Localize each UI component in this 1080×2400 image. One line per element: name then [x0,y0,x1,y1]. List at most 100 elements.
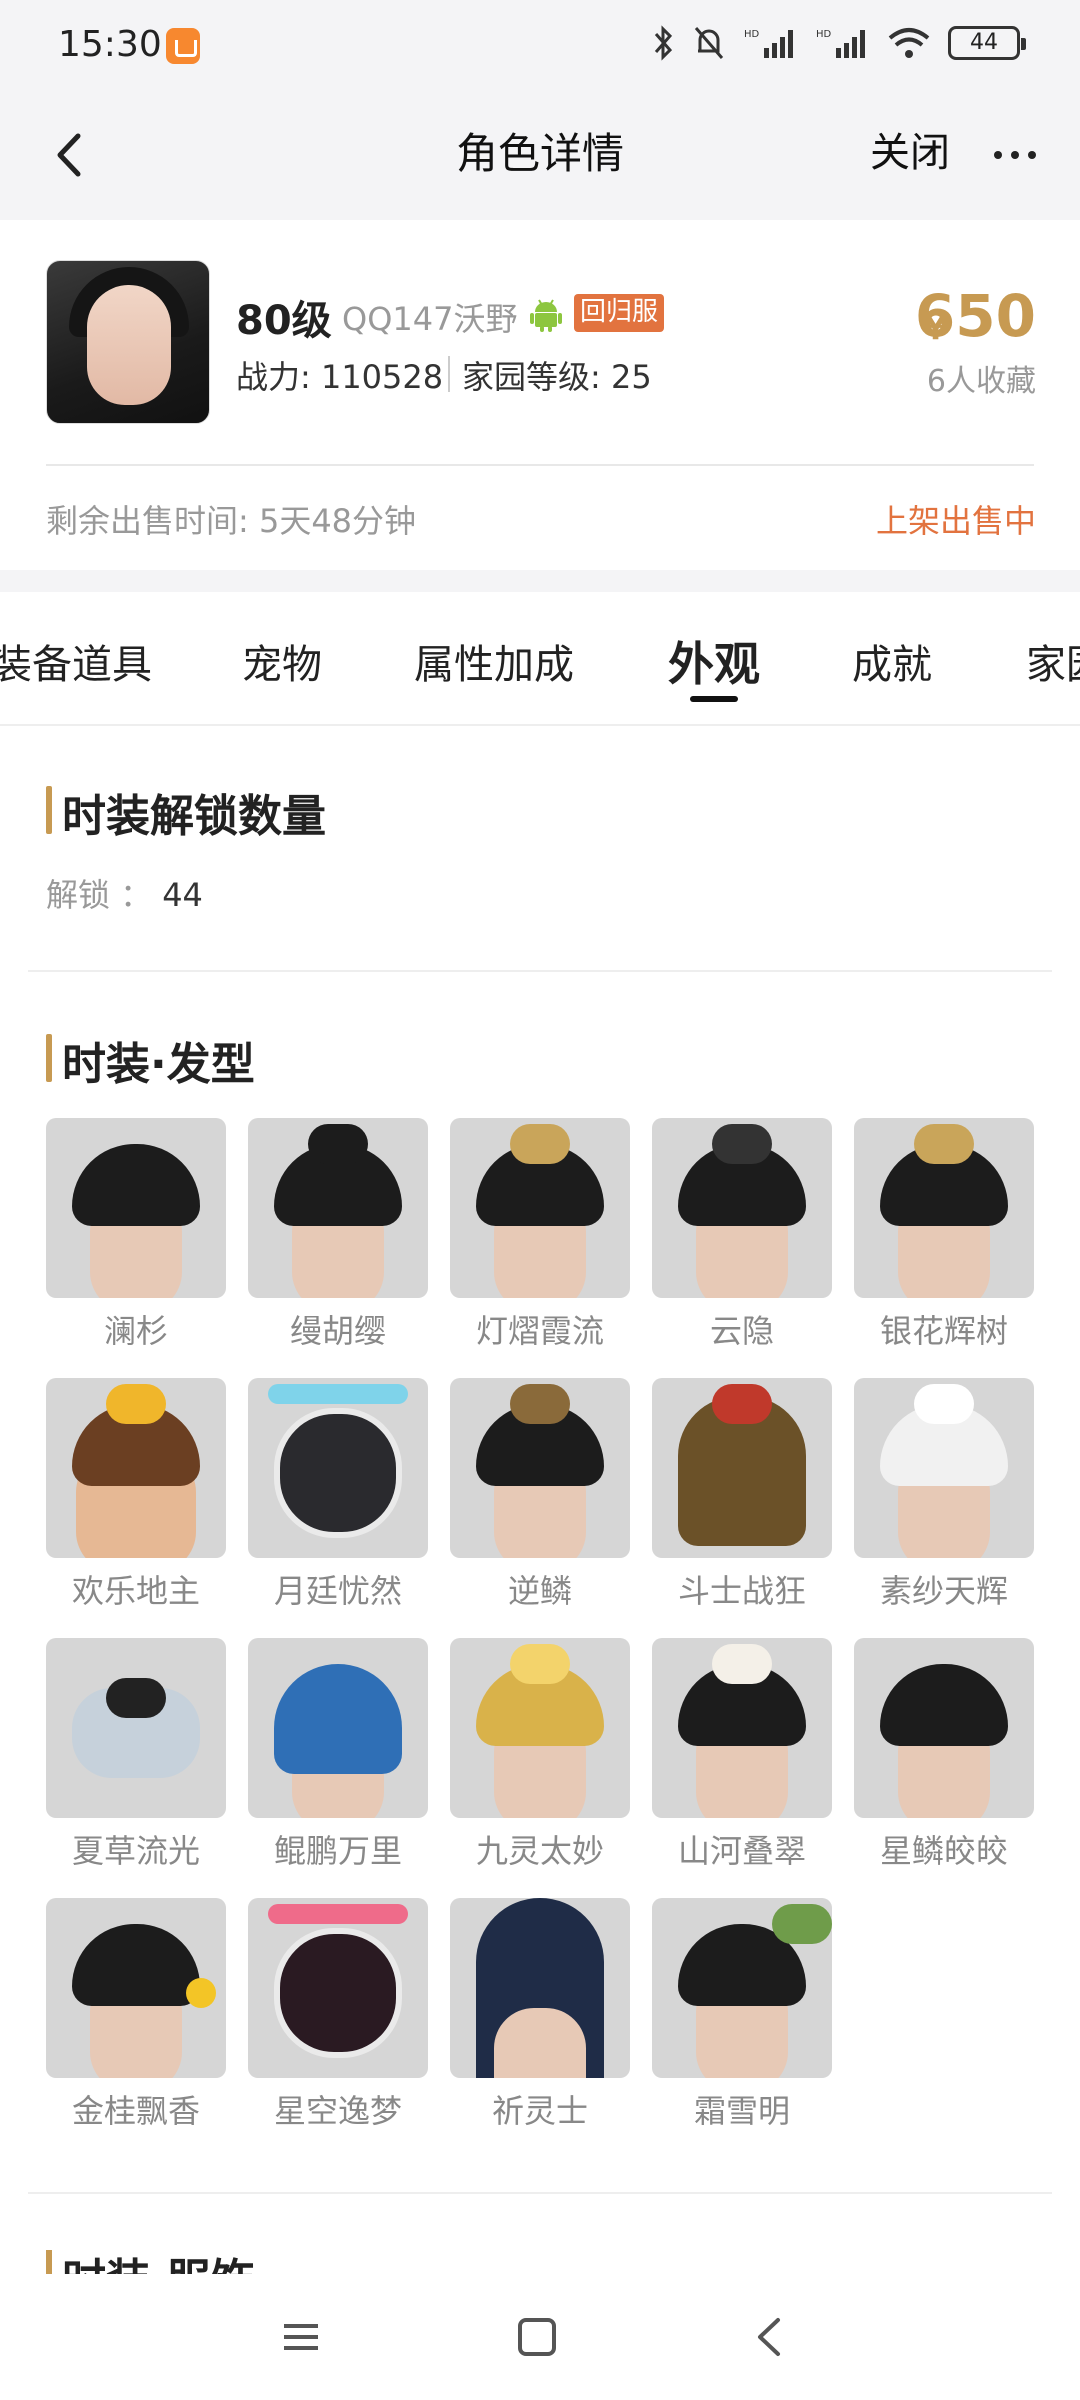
hairstyle-item[interactable]: 星空逸梦 [248,1898,428,2148]
hairstyle-name: 星鳞皎皎 [879,1832,1008,1870]
character-level: 80级 [236,298,332,344]
hairstyle-name: 金桂飘香 [71,2092,200,2130]
hairstyle-item[interactable]: 澜杉 [46,1118,226,1368]
unlock-label: 解锁 ： [46,876,153,914]
hairstyle-thumbnail [450,1378,630,1558]
hairstyle-name: 银花辉树 [879,1312,1008,1350]
bluetooth-icon [654,25,673,61]
hairstyle-item[interactable]: 金桂飘香 [46,1898,226,2148]
price-value: 650 [914,282,1036,350]
hairstyle-thumbnail [248,1118,428,1298]
system-navigation-bar [0,2274,1080,2400]
hairstyle-name: 澜杉 [103,1312,168,1350]
hairstyle-thumbnail [248,1638,428,1818]
hairstyle-name: 灯熠霞流 [475,1312,604,1350]
favorites-count: 6人收藏 [926,364,1036,399]
hairstyle-thumbnail [652,1898,832,2078]
unlock-value: 44 [162,876,203,914]
status-icons: HD HD 44 [652,24,1026,62]
hairstyle-name: 缦胡缨 [289,1312,386,1350]
hairstyle-name: 山河叠翠 [677,1832,806,1870]
hairstyle-name: 星空逸梦 [273,2092,402,2130]
hairstyle-name: 鲲鹏万里 [273,1832,402,1870]
hairstyle-item[interactable]: 霜雪明 [652,1898,832,2148]
divider [28,970,1052,972]
tab-appearance[interactable]: 外观 [668,628,760,694]
status-time: 15:30 [58,24,162,65]
hairstyle-name: 斗士战狂 [677,1572,806,1610]
hairstyle-item[interactable]: 山河叠翠 [652,1638,832,1888]
tab-equipment[interactable]: 装备道具 [0,632,152,690]
hairstyle-name: 云隐 [709,1312,774,1350]
server-name: QQ147沃野 [342,300,518,338]
hairstyle-item[interactable]: 缦胡缨 [248,1118,428,1368]
back-icon[interactable] [746,2312,796,2362]
bell-muted-icon [694,27,724,59]
hairstyle-thumbnail [450,1898,630,2078]
hairstyle-item[interactable]: 夏草流光 [46,1638,226,1888]
hairstyle-item[interactable]: 月廷忧然 [248,1378,428,1628]
tab-pets[interactable]: 宠物 [242,632,322,690]
section-title-unlock: 时装解锁数量 [46,780,326,844]
hairstyle-thumbnail [450,1638,630,1818]
return-server-badge: 回归服 [574,294,665,332]
section-title-clothing: 时装·服饰 [46,2244,255,2274]
combat-power: 战力: 110528 [236,358,444,396]
tab-achievements[interactable]: 成就 [852,632,932,690]
status-bar: 15:30 HD HD 44 [0,0,1080,90]
hairstyle-item[interactable]: 银花辉树 [854,1118,1034,1368]
hairstyle-item[interactable]: 素纱天辉 [854,1378,1034,1628]
hairstyle-item[interactable]: 逆鳞 [450,1378,630,1628]
hairstyle-thumbnail [854,1638,1034,1818]
hairstyle-item[interactable]: 云隐 [652,1118,832,1368]
hairstyle-thumbnail [854,1378,1034,1558]
section-title-hairstyle: 时装·发型 [46,1028,255,1092]
hairstyle-thumbnail [854,1118,1034,1298]
hairstyle-item[interactable]: 斗士战狂 [652,1378,832,1628]
character-card: 80级 QQ147沃野 回归服 战力: 110528 家园等级: 25 ¥ 65… [0,220,1080,570]
hairstyle-thumbnail [652,1638,832,1818]
more-dots-icon[interactable] [990,130,1040,180]
hairstyle-thumbnail [46,1898,226,2078]
svg-text:HD: HD [816,29,832,40]
close-button[interactable]: 关闭 [870,120,950,178]
navigation-bar: 角色详情 关闭 [0,90,1080,220]
divider [28,2192,1052,2194]
signal-hd-icon: HD [816,29,865,58]
section-gap [0,570,1080,592]
hairstyle-item[interactable]: 九灵太妙 [450,1638,630,1888]
hairstyle-thumbnail [46,1378,226,1558]
remaining-sale-time: 剩余出售时间: 5天48分钟 [46,502,417,540]
hairstyle-item[interactable]: 星鳞皎皎 [854,1638,1034,1888]
hairstyle-item[interactable]: 鲲鹏万里 [248,1638,428,1888]
hairstyle-item[interactable]: 欢乐地主 [46,1378,226,1628]
home-level: 家园等级: 25 [462,358,652,396]
hairstyle-thumbnail [46,1638,226,1818]
category-tabs: 装备道具 宠物 属性加成 外观 成就 家园 [0,592,1080,726]
hairstyle-name: 欢乐地主 [71,1572,200,1610]
home-square-icon[interactable] [512,2312,562,2362]
divider [448,356,450,392]
hairstyle-name: 逆鳞 [507,1572,572,1610]
hairstyle-name: 月廷忧然 [273,1572,402,1610]
app-notification-icon [166,28,200,64]
hairstyle-name: 素纱天辉 [879,1572,1008,1610]
hairstyle-name: 夏草流光 [71,1832,200,1870]
menu-icon[interactable] [276,2312,326,2362]
hairstyle-thumbnail [450,1118,630,1298]
wifi-icon [888,28,930,58]
android-icon [530,299,562,332]
tab-home[interactable]: 家园 [1026,632,1080,690]
battery-icon: 44 [948,26,1026,60]
svg-text:HD: HD [744,29,760,40]
sale-status: 上架出售中 [875,502,1036,540]
hairstyle-item[interactable]: 祈灵士 [450,1898,630,2148]
character-avatar[interactable] [46,260,210,424]
signal-hd-icon: HD [744,29,793,58]
hairstyle-name: 霜雪明 [693,2092,790,2130]
hairstyle-thumbnail [46,1118,226,1298]
tab-attributes[interactable]: 属性加成 [414,632,574,690]
hairstyle-thumbnail [248,1378,428,1558]
hairstyle-item[interactable]: 灯熠霞流 [450,1118,630,1368]
hairstyle-thumbnail [652,1118,832,1298]
